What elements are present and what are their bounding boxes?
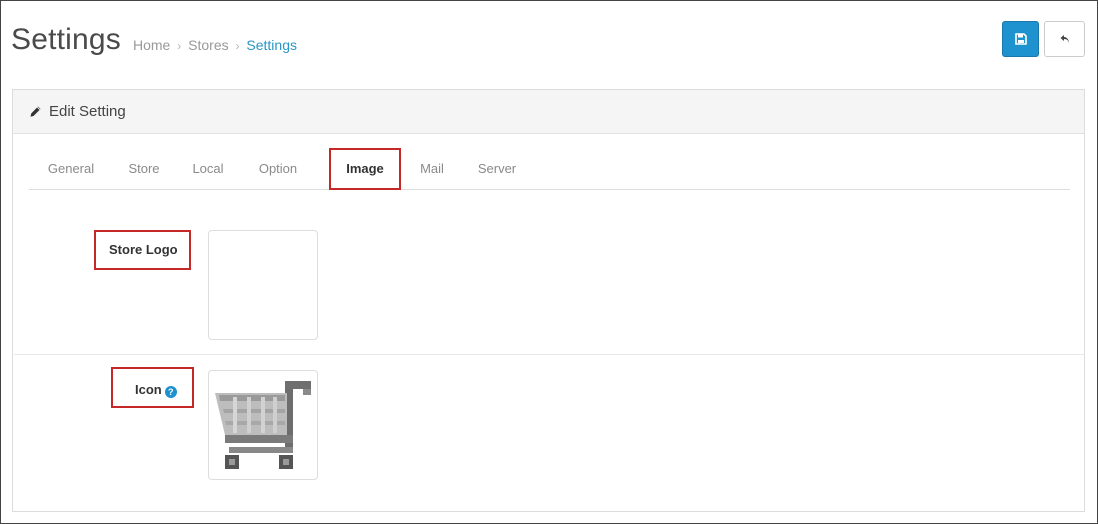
edit-setting-panel: Edit Setting General Store Local Option … (12, 89, 1085, 512)
breadcrumb-separator: › (177, 39, 182, 53)
row-divider (14, 354, 1085, 355)
help-icon[interactable]: ? (164, 386, 177, 398)
breadcrumb-stores[interactable]: Stores (188, 37, 228, 53)
store-logo-thumbnail[interactable] (208, 230, 318, 340)
icon-thumbnail[interactable] (208, 370, 318, 480)
panel-title-text: Edit Setting (49, 103, 126, 120)
panel-title: Edit Setting (29, 103, 126, 120)
tab-local[interactable]: Local (189, 147, 227, 190)
store-logo-label: Store Logo (109, 242, 178, 257)
icon-label: Icon? (135, 382, 177, 398)
save-button[interactable] (1002, 21, 1039, 57)
tab-image[interactable]: Image (329, 147, 401, 190)
breadcrumb-settings[interactable]: Settings (246, 37, 297, 53)
tab-server[interactable]: Server (472, 147, 522, 190)
tab-option[interactable]: Option (254, 147, 302, 190)
page-frame: Settings Home › Stores › Settings Edit S… (0, 0, 1098, 524)
breadcrumb-separator: › (235, 39, 240, 53)
breadcrumb: Home › Stores › Settings (133, 37, 297, 53)
icon-label-text: Icon (135, 382, 162, 397)
page-title: Settings (11, 23, 121, 56)
panel-heading: Edit Setting (13, 90, 1084, 134)
shopping-cart-icon (215, 381, 311, 469)
pencil-icon (30, 106, 41, 117)
reply-icon (1060, 35, 1069, 44)
save-icon (1014, 33, 1027, 45)
tab-store[interactable]: Store (124, 147, 164, 190)
settings-tabs: General Store Local Option Image Mail Se… (29, 147, 1070, 190)
tab-general[interactable]: General (43, 147, 99, 190)
back-button[interactable] (1044, 21, 1085, 57)
breadcrumb-home[interactable]: Home (133, 37, 170, 53)
tab-mail[interactable]: Mail (416, 147, 448, 190)
